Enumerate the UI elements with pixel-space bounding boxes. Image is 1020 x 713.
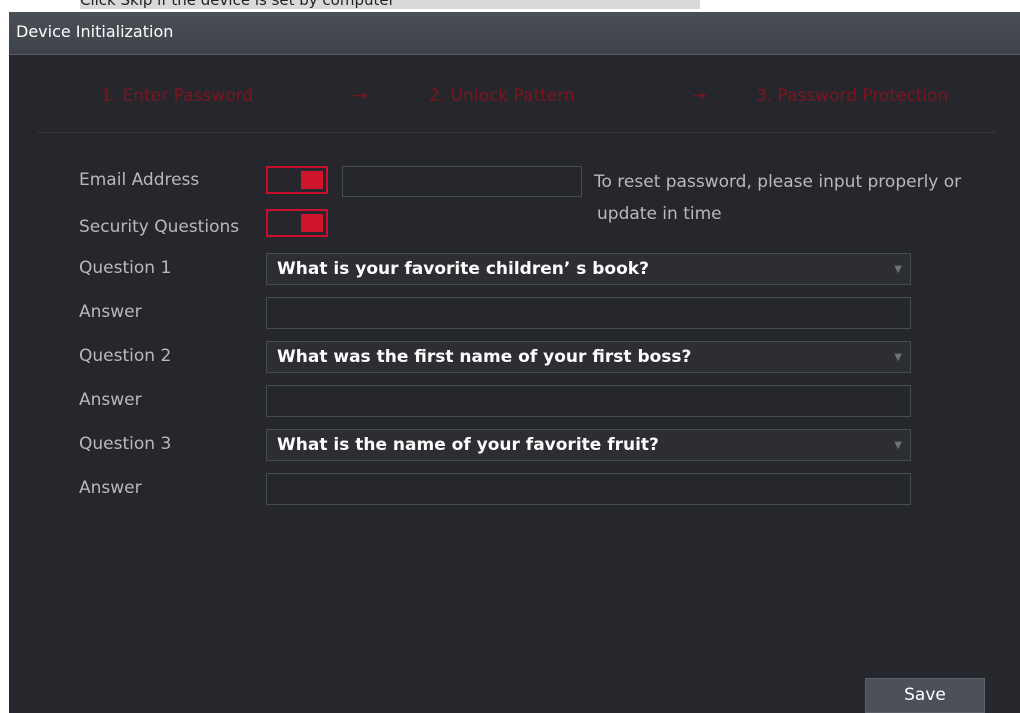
answer-3-label: Answer [79, 478, 142, 498]
question-2-select[interactable]: What was the first name of your first bo… [266, 341, 911, 373]
step-unlock-pattern: 2. Unlock Pattern [429, 86, 575, 106]
question-3-select[interactable]: What is the name of your favorite fruit?… [266, 429, 911, 461]
reset-hint-line2: update in time [597, 204, 722, 224]
cut-off-caption: Click Skip if the device is set by compu… [80, 0, 700, 9]
email-toggle[interactable] [266, 166, 328, 194]
question-2-value: What was the first name of your first bo… [277, 347, 692, 367]
reset-hint-line1: To reset password, please input properly… [594, 172, 962, 192]
question-1-select[interactable]: What is your favorite children’ s book? … [266, 253, 911, 285]
answer-1-label: Answer [79, 302, 142, 322]
title-bar: Device Initialization [9, 12, 1020, 55]
question-1-value: What is your favorite children’ s book? [277, 259, 649, 279]
step-enter-password: 1. Enter Password [101, 86, 254, 106]
chevron-down-icon: ▼ [894, 440, 902, 451]
arrow-right-icon: → [353, 86, 368, 106]
chevron-down-icon: ▼ [894, 264, 902, 275]
answer-1-input[interactable] [266, 297, 911, 329]
steps-divider [37, 132, 997, 133]
question-2-label: Question 2 [79, 346, 172, 366]
arrow-right-icon: → [692, 86, 707, 106]
toggle-knob [301, 214, 323, 232]
question-3-label: Question 3 [79, 434, 172, 454]
security-questions-toggle[interactable] [266, 209, 328, 237]
device-initialization-window: Device Initialization 1. Enter Password … [9, 12, 1020, 713]
security-questions-label: Security Questions [79, 217, 240, 237]
email-address-label: Email Address [79, 170, 200, 190]
window-title: Device Initialization [16, 22, 174, 41]
toggle-knob [301, 171, 323, 189]
step-password-protection: 3. Password Protection [756, 86, 949, 106]
answer-2-label: Answer [79, 390, 142, 410]
save-button[interactable]: Save [865, 678, 985, 713]
email-input[interactable] [342, 166, 582, 197]
answer-2-input[interactable] [266, 385, 911, 417]
question-3-value: What is the name of your favorite fruit? [277, 435, 659, 455]
answer-3-input[interactable] [266, 473, 911, 505]
question-1-label: Question 1 [79, 258, 172, 278]
chevron-down-icon: ▼ [894, 352, 902, 363]
